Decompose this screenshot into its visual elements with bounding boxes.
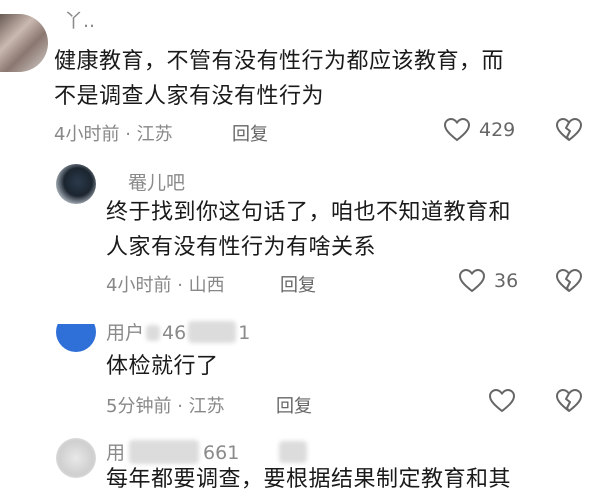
dislike-button[interactable] (555, 388, 583, 414)
heart-outline-icon (488, 388, 516, 414)
like-button[interactable] (488, 388, 516, 414)
comment-text: 终于找到你这句话了，咱也不知道教育和 人家有没有性行为有啥关系 (106, 195, 511, 265)
broken-heart-icon (555, 268, 583, 294)
avatar[interactable] (56, 164, 96, 204)
reply-button[interactable]: 回复 (280, 271, 316, 297)
like-button[interactable]: 36 (458, 268, 518, 294)
like-count: 36 (494, 270, 519, 292)
avatar[interactable] (0, 14, 48, 72)
meta-separator: · (177, 396, 183, 417)
commenter-name[interactable]: 用 661 (106, 438, 308, 465)
comment-location: 江苏 (188, 396, 225, 417)
comment-text-line: 终于找到你这句话了，咱也不知道教育和 (106, 200, 512, 225)
comment-text-line: 健康教育，不管有没有性行为都应该教育，而 (54, 49, 505, 74)
name-suffix: 661 (203, 442, 240, 464)
comment-text-line: 不是调查人家有没有性行为 (54, 84, 325, 109)
comment-3: 用户 46 1 体检就行了 5分钟前 · 江苏 回复 (0, 300, 600, 430)
dislike-button[interactable] (555, 117, 583, 143)
name-redaction (279, 441, 308, 463)
like-button[interactable]: 429 (443, 117, 515, 143)
meta-separator: · (177, 275, 183, 296)
name-redaction (129, 440, 200, 464)
comment-4: 用 661 每年都要调查，要根据结果制定教育和其 (0, 430, 600, 499)
name-redaction (146, 325, 161, 341)
comment-meta: 4小时前 · 山西 (106, 271, 225, 297)
comment-meta: 5分钟前 · 江苏 (106, 392, 225, 418)
heart-outline-icon (443, 117, 471, 143)
dislike-button[interactable] (555, 268, 583, 294)
comment-location: 江苏 (136, 124, 173, 145)
name-redaction (188, 321, 237, 343)
comment-text: 健康教育，不管有没有性行为都应该教育，而 不是调查人家有没有性行为 (54, 44, 504, 114)
commenter-name[interactable]: 用户 46 1 (106, 318, 250, 345)
reply-button[interactable]: 回复 (232, 120, 268, 146)
meta-separator: · (125, 124, 131, 145)
commenter-name[interactable]: 罨儿吧 (128, 168, 185, 195)
heart-outline-icon (458, 268, 486, 294)
comment-location: 山西 (188, 275, 225, 296)
comment-time: 5分钟前 (106, 396, 172, 417)
comment-text-line: 每年都要调查，要根据结果制定教育和其 (106, 467, 512, 492)
comment-text-line: 体检就行了 (106, 354, 219, 379)
comment-text-line: 人家有没有性行为有啥关系 (106, 235, 377, 260)
comment-meta: 4小时前 · 江苏 (54, 120, 173, 146)
comment-time: 4小时前 (106, 275, 172, 296)
comment-1: 丫.. 健康教育，不管有没有性行为都应该教育，而 不是调查人家有没有性行为 4小… (0, 0, 600, 150)
name-mid: 46 (162, 322, 187, 344)
comment-text: 每年都要调查，要根据结果制定教育和其 (106, 462, 511, 497)
comment-2: 罨儿吧 终于找到你这句话了，咱也不知道教育和 人家有没有性行为有啥关系 4小时前… (0, 150, 600, 300)
like-count: 429 (479, 119, 516, 141)
avatar[interactable] (56, 438, 96, 478)
commenter-name[interactable]: 丫.. (64, 6, 95, 33)
name-prefix: 用户 (106, 322, 145, 344)
name-prefix: 用 (106, 442, 126, 464)
broken-heart-icon (555, 388, 583, 414)
comment-text: 体检就行了 (106, 349, 219, 384)
reply-button[interactable]: 回复 (276, 392, 312, 418)
avatar[interactable] (56, 312, 96, 352)
name-suffix: 1 (238, 322, 251, 344)
comment-time: 4小时前 (54, 124, 120, 145)
broken-heart-icon (555, 117, 583, 143)
